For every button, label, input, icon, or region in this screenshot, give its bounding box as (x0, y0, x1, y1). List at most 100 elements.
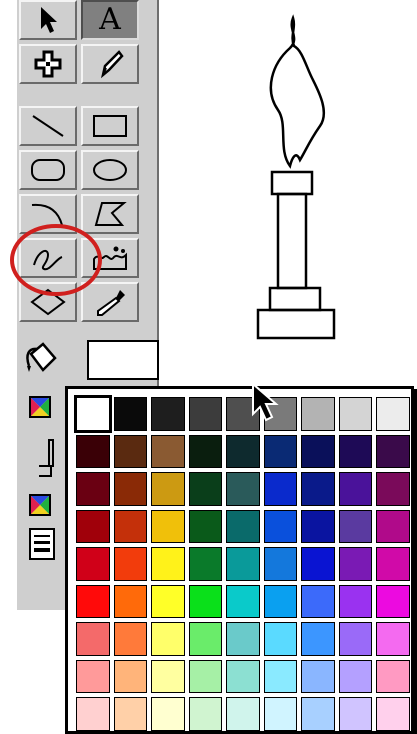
color-swatch[interactable] (151, 397, 185, 431)
pen-icon (39, 439, 54, 477)
multicolor-icon (31, 398, 49, 416)
color-swatch[interactable] (76, 622, 110, 656)
line-weight-selector[interactable] (29, 528, 55, 560)
color-swatch[interactable] (226, 622, 260, 656)
color-swatch[interactable] (76, 584, 110, 618)
color-swatch[interactable] (226, 584, 260, 618)
color-swatch[interactable] (113, 659, 147, 693)
color-swatch[interactable] (226, 472, 260, 506)
color-swatch[interactable] (338, 547, 372, 581)
color-swatch[interactable] (226, 697, 260, 731)
text-tool[interactable]: A (81, 0, 139, 40)
color-swatch[interactable] (226, 434, 260, 468)
color-swatch[interactable] (338, 434, 372, 468)
line-tool[interactable] (19, 106, 77, 146)
color-swatch[interactable] (151, 659, 185, 693)
color-swatch[interactable] (151, 697, 185, 731)
color-swatch[interactable] (188, 434, 222, 468)
color-swatch[interactable] (376, 622, 410, 656)
color-swatch[interactable] (263, 509, 297, 543)
color-swatch[interactable] (301, 397, 335, 431)
color-swatch[interactable] (76, 509, 110, 543)
mouse-cursor-icon (252, 382, 279, 422)
hand-tool[interactable] (19, 44, 77, 84)
color-swatch[interactable] (263, 472, 297, 506)
color-swatch[interactable] (113, 472, 147, 506)
ink-pen-icon (100, 50, 124, 79)
color-swatch[interactable] (76, 547, 110, 581)
color-swatch[interactable] (151, 622, 185, 656)
color-swatch[interactable] (188, 697, 222, 731)
color-swatch[interactable] (188, 584, 222, 618)
color-swatch[interactable] (376, 659, 410, 693)
oval-tool[interactable] (81, 150, 139, 190)
color-swatch[interactable] (376, 434, 410, 468)
color-swatch[interactable] (188, 622, 222, 656)
color-swatch[interactable] (151, 472, 185, 506)
color-swatch[interactable] (188, 547, 222, 581)
color-swatch[interactable] (263, 622, 297, 656)
color-swatch[interactable] (376, 472, 410, 506)
color-swatch[interactable] (151, 509, 185, 543)
color-swatch[interactable] (113, 697, 147, 731)
color-swatch[interactable] (263, 697, 297, 731)
fill-bucket-tool[interactable] (21, 340, 79, 380)
color-swatch[interactable] (188, 397, 222, 431)
color-swatch[interactable] (188, 472, 222, 506)
color-swatch[interactable] (74, 395, 112, 433)
color-swatch[interactable] (301, 434, 335, 468)
color-swatch[interactable] (188, 659, 222, 693)
color-swatch[interactable] (376, 509, 410, 543)
color-swatch[interactable] (301, 472, 335, 506)
color-swatch[interactable] (113, 547, 147, 581)
color-swatch[interactable] (113, 622, 147, 656)
pen-pattern-swatch[interactable] (29, 494, 51, 516)
color-swatch[interactable] (338, 697, 372, 731)
color-swatch[interactable] (263, 547, 297, 581)
color-swatch[interactable] (301, 659, 335, 693)
multicolor-icon (31, 496, 49, 514)
color-swatch[interactable] (113, 509, 147, 543)
color-swatch[interactable] (76, 659, 110, 693)
rounded-rectangle-tool[interactable] (19, 150, 77, 190)
color-swatch[interactable] (338, 584, 372, 618)
color-swatch[interactable] (113, 397, 147, 431)
color-swatch[interactable] (151, 547, 185, 581)
color-swatch[interactable] (188, 509, 222, 543)
rounded-rectangle-icon (31, 159, 65, 181)
color-swatch[interactable] (76, 434, 110, 468)
hand-cross-icon (34, 50, 62, 78)
color-swatch[interactable] (376, 397, 410, 431)
color-swatch[interactable] (263, 434, 297, 468)
color-swatch[interactable] (76, 472, 110, 506)
color-swatch[interactable] (338, 659, 372, 693)
color-swatch[interactable] (301, 697, 335, 731)
color-swatch[interactable] (263, 584, 297, 618)
arrow-tool[interactable] (19, 0, 77, 40)
color-swatch[interactable] (338, 509, 372, 543)
color-swatch[interactable] (113, 434, 147, 468)
rectangle-tool[interactable] (81, 106, 139, 146)
color-swatch[interactable] (76, 697, 110, 731)
color-swatch[interactable] (376, 697, 410, 731)
color-swatch[interactable] (301, 547, 335, 581)
color-swatch[interactable] (338, 622, 372, 656)
color-swatch[interactable] (113, 584, 147, 618)
fill-pattern-swatch[interactable] (29, 396, 51, 418)
color-swatch[interactable] (338, 397, 372, 431)
color-swatch[interactable] (301, 509, 335, 543)
color-swatch[interactable] (301, 584, 335, 618)
color-swatch[interactable] (301, 622, 335, 656)
color-swatch[interactable] (226, 509, 260, 543)
color-swatch[interactable] (338, 472, 372, 506)
color-swatch[interactable] (151, 584, 185, 618)
color-swatch[interactable] (226, 547, 260, 581)
ink-tool[interactable] (81, 44, 139, 84)
color-swatch[interactable] (151, 434, 185, 468)
color-swatch[interactable] (376, 584, 410, 618)
fill-color-swatch[interactable] (87, 340, 159, 380)
color-swatch[interactable] (376, 547, 410, 581)
drawing-canvas[interactable] (160, 0, 417, 380)
color-swatch[interactable] (263, 659, 297, 693)
color-swatch[interactable] (226, 659, 260, 693)
